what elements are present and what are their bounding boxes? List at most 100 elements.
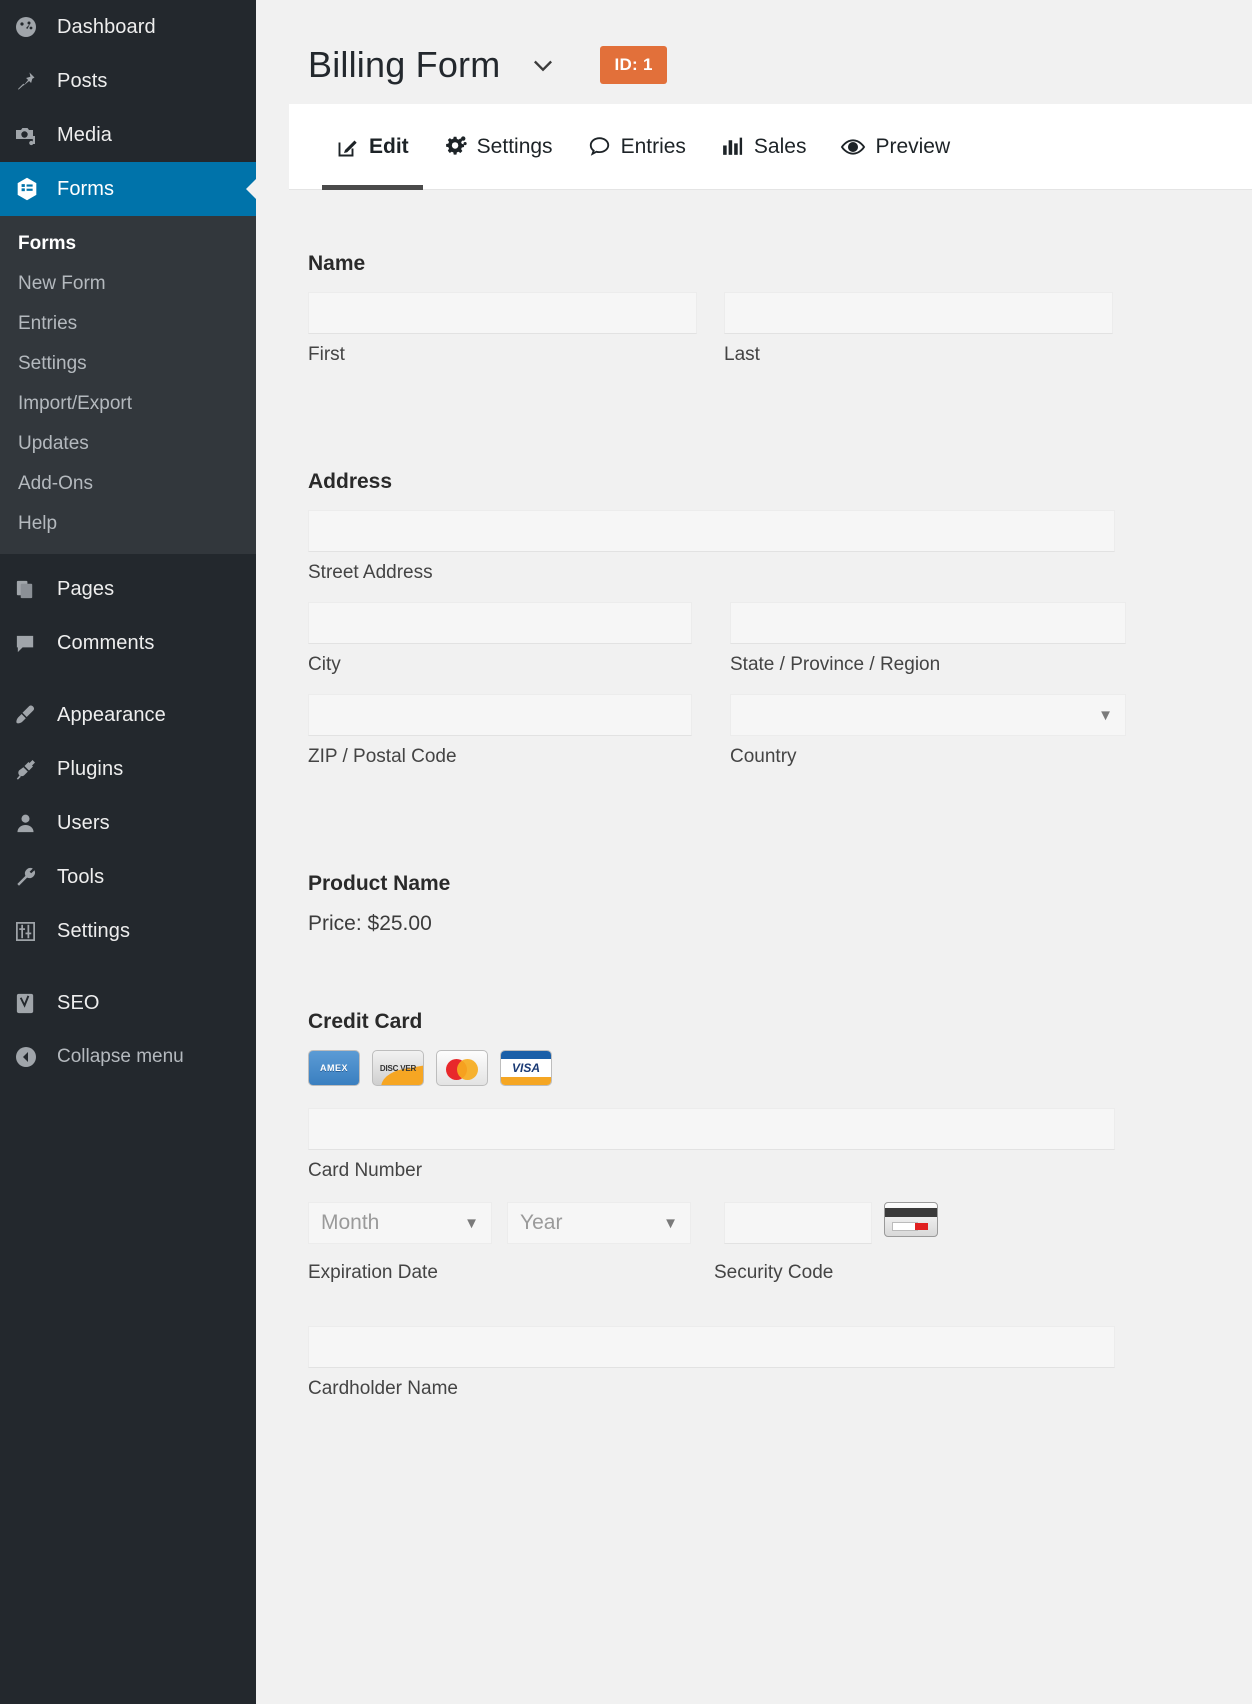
product-price: Price: $25.00 — [308, 912, 1252, 936]
field-spacer — [256, 366, 1252, 470]
sidebar-item-posts[interactable]: Posts — [0, 54, 256, 108]
sidebar-item-pages[interactable]: Pages — [0, 562, 256, 616]
collapse-arrow-icon — [14, 1045, 48, 1069]
admin-sidebar: Dashboard Posts Media — [0, 0, 256, 1704]
sidebar-item-label: Tools — [57, 866, 104, 889]
plug-icon — [14, 756, 48, 782]
tab-label: Edit — [369, 135, 409, 159]
sidebar-item-seo[interactable]: SEO — [0, 976, 256, 1030]
sidebar-item-forms[interactable]: Forms — [0, 162, 256, 216]
sidebar-item-dashboard[interactable]: Dashboard — [0, 0, 256, 54]
sidebar-item-media[interactable]: Media — [0, 108, 256, 162]
security-code-input[interactable] — [724, 1202, 872, 1244]
address-zip-sublabel: ZIP / Postal Code — [308, 746, 692, 768]
form-editor-canvas: Name First Last Address Street Ad — [256, 190, 1252, 1400]
submenu-item-updates[interactable]: Updates — [0, 424, 256, 464]
pin-icon — [14, 68, 48, 94]
visa-label: VISA — [512, 1061, 540, 1075]
address-state-input[interactable] — [730, 602, 1126, 644]
address-state-sublabel: State / Province / Region — [730, 654, 1126, 676]
tab-label: Entries — [621, 135, 686, 159]
credit-card-back-icon — [884, 1202, 938, 1237]
security-code-sublabel: Security Code — [714, 1262, 833, 1284]
submenu-item-settings[interactable]: Settings — [0, 344, 256, 384]
sidebar-item-plugins[interactable]: Plugins — [0, 742, 256, 796]
discover-card-icon: DISC VER — [372, 1050, 424, 1086]
month-placeholder: Month — [321, 1211, 379, 1235]
sidebar-item-label: Forms — [57, 178, 114, 201]
tab-label: Settings — [477, 135, 553, 159]
field-spacer-2 — [256, 768, 1252, 872]
sidebar-spacer — [0, 670, 256, 688]
tab-settings[interactable]: Settings — [426, 104, 570, 190]
year-placeholder: Year — [520, 1211, 562, 1235]
sidebar-item-comments[interactable]: Comments — [0, 616, 256, 670]
name-last-input[interactable] — [724, 292, 1113, 334]
field-address[interactable]: Address Street Address City State / Prov… — [256, 470, 1252, 768]
chevron-down-icon: ▼ — [464, 1215, 479, 1232]
supported-card-logos: AMEX DISC VER VISA — [308, 1050, 1252, 1086]
pages-icon — [14, 576, 48, 602]
comment-icon — [14, 630, 48, 656]
tab-preview[interactable]: Preview — [823, 104, 967, 190]
submenu-item-help[interactable]: Help — [0, 504, 256, 544]
chevron-down-icon: ▼ — [663, 1215, 678, 1232]
sidebar-item-label: Posts — [57, 70, 108, 93]
dashboard-icon — [14, 14, 48, 40]
submenu-item-new-form[interactable]: New Form — [0, 264, 256, 304]
field-label: Credit Card — [308, 1010, 1252, 1034]
speech-bubble-icon — [587, 134, 612, 159]
sidebar-item-label: Pages — [57, 578, 114, 601]
chevron-down-icon — [529, 51, 557, 79]
card-number-input[interactable] — [308, 1108, 1115, 1150]
collapse-menu-label: Collapse menu — [57, 1046, 184, 1068]
collapse-menu-button[interactable]: Collapse menu — [0, 1030, 256, 1084]
mastercard-card-icon — [436, 1050, 488, 1086]
expiration-year-select[interactable]: Year ▼ — [507, 1202, 691, 1244]
form-header: Billing Form ID: 1 — [256, 0, 1252, 104]
form-switcher-button[interactable] — [528, 50, 558, 80]
cardholder-name-input[interactable] — [308, 1326, 1115, 1368]
wrench-icon — [14, 864, 48, 890]
submenu-item-import-export[interactable]: Import/Export — [0, 384, 256, 424]
cardholder-name-sublabel: Cardholder Name — [308, 1378, 1252, 1400]
eye-icon — [840, 134, 866, 160]
address-country-select[interactable]: ▼ — [730, 694, 1126, 736]
sidebar-item-label: Dashboard — [57, 16, 156, 39]
tab-entries[interactable]: Entries — [570, 104, 703, 190]
discover-label: DISC VER — [380, 1064, 416, 1073]
field-product[interactable]: Product Name Price: $25.00 — [256, 872, 1252, 936]
brush-icon — [14, 702, 48, 728]
field-label: Address — [308, 470, 1252, 494]
sidebar-item-label: Settings — [57, 920, 130, 943]
forms-icon — [14, 176, 48, 202]
address-city-input[interactable] — [308, 602, 692, 644]
sidebar-spacer-2 — [0, 958, 256, 976]
sidebar-item-label: SEO — [57, 992, 100, 1015]
address-zip-input[interactable] — [308, 694, 692, 736]
expiration-month-select[interactable]: Month ▼ — [308, 1202, 492, 1244]
sidebar-item-tools[interactable]: Tools — [0, 850, 256, 904]
chevron-down-icon: ▼ — [1098, 707, 1113, 724]
submenu-item-forms[interactable]: Forms — [0, 224, 256, 264]
bar-chart-icon — [720, 134, 745, 159]
submenu-item-entries[interactable]: Entries — [0, 304, 256, 344]
sidebar-item-appearance[interactable]: Appearance — [0, 688, 256, 742]
field-name[interactable]: Name First Last — [256, 252, 1252, 366]
gears-icon — [443, 134, 468, 159]
form-tab-bar: Edit Settings — [289, 104, 1252, 190]
yoast-seo-icon — [14, 990, 48, 1016]
sidebar-item-users[interactable]: Users — [0, 796, 256, 850]
sliders-icon — [14, 918, 48, 944]
name-first-input[interactable] — [308, 292, 697, 334]
sidebar-item-settings[interactable]: Settings — [0, 904, 256, 958]
tab-sales[interactable]: Sales — [703, 104, 824, 190]
tab-label: Preview — [875, 135, 950, 159]
field-credit-card[interactable]: Credit Card AMEX DISC VER VISA — [256, 1010, 1252, 1400]
tab-edit[interactable]: Edit — [319, 104, 426, 190]
wp-admin-screen: Dashboard Posts Media — [0, 0, 1252, 1704]
address-city-sublabel: City — [308, 654, 692, 676]
submenu-item-add-ons[interactable]: Add-Ons — [0, 464, 256, 504]
address-street-input[interactable] — [308, 510, 1115, 552]
field-label: Product Name — [308, 872, 1252, 896]
